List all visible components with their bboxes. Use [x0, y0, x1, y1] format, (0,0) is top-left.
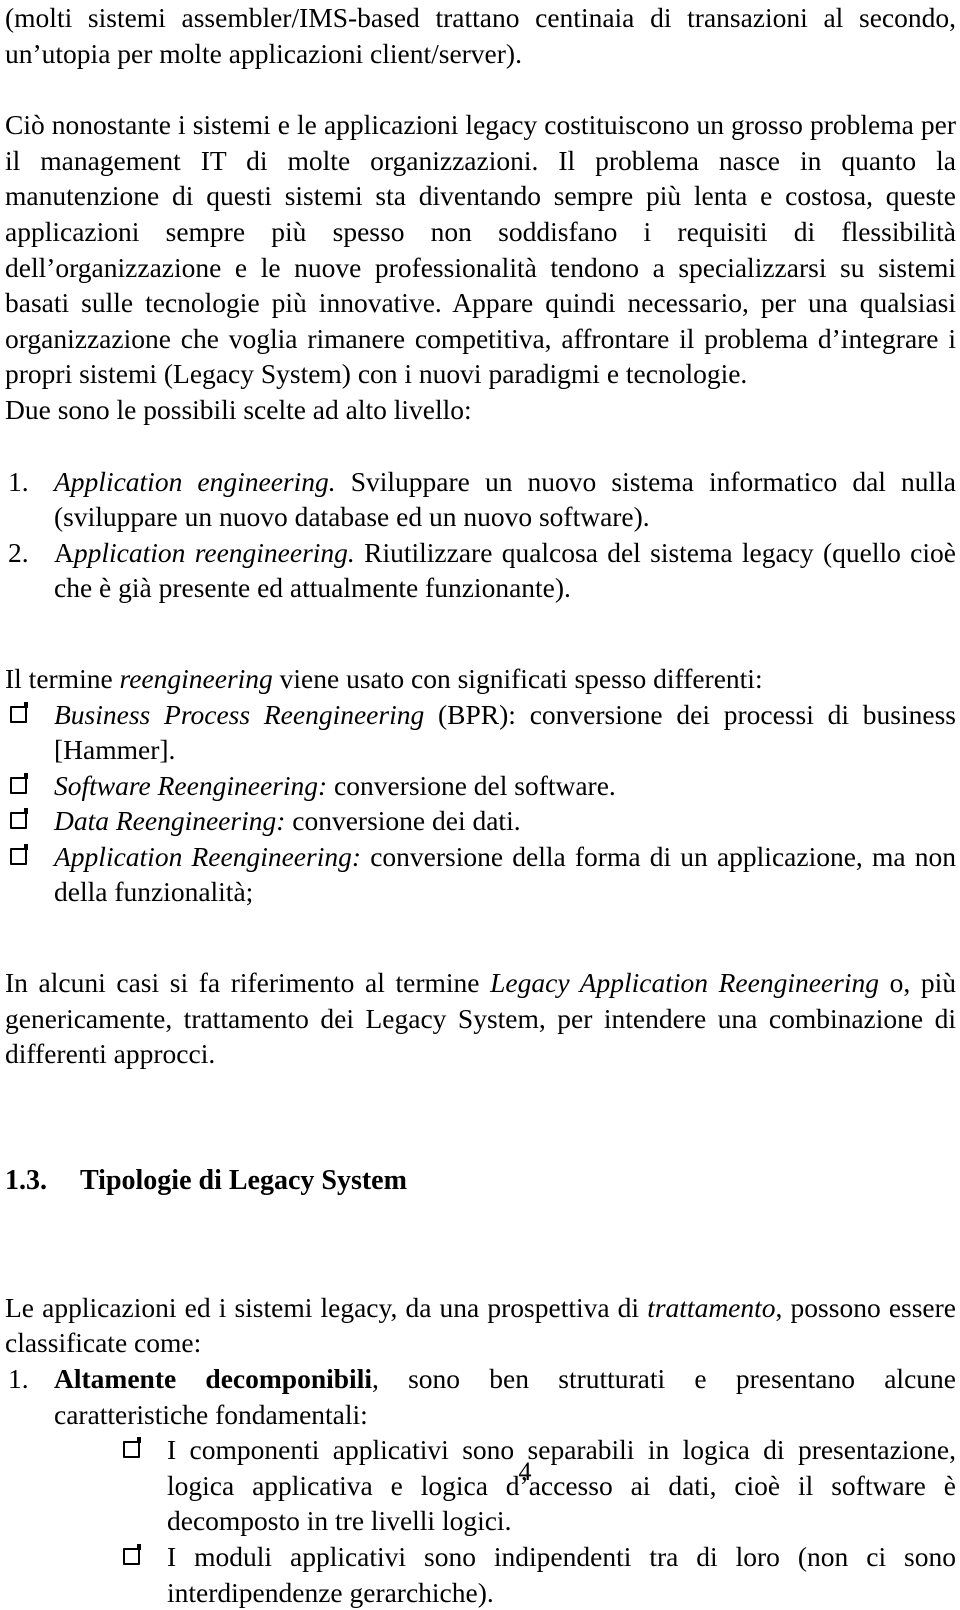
open-square-bullet-icon	[10, 701, 28, 723]
emphasis-legacy-application-reengineering: Legacy Application Reengineering	[490, 967, 879, 999]
list-item: Application Reengineering: conversione d…	[5, 839, 956, 910]
list-item-term: Application engineering.	[54, 465, 336, 497]
open-square-bullet-icon	[10, 808, 28, 830]
list-item-term: pplication reengineering.	[73, 536, 355, 568]
text-lead: In alcuni casi si fa riferimento al term…	[5, 967, 491, 999]
paragraph-legacy-problem: Ciò nonostante i sistemi e le applicazio…	[5, 109, 956, 390]
open-square-bullet-icon	[10, 772, 28, 794]
choices-numbered-list: 1. Application engineering. Sviluppare un…	[5, 464, 956, 606]
list-item: Data Reengineering: conversione dei dati…	[5, 803, 956, 839]
text-lead: Le applicazioni ed i sistemi legacy, da …	[5, 1291, 648, 1323]
section-title: Tipologie di Legacy System	[80, 1164, 407, 1196]
list-item: Software Reengineering: conversione del …	[5, 768, 956, 804]
list-item-term-lead: A	[54, 536, 74, 568]
paragraph-reengineering-intro: Il termine reengineering viene usato con…	[5, 661, 956, 697]
list-item-term: Altamente decomponibili	[54, 1363, 372, 1395]
list-item: Business Process Reengineering (BPR): co…	[5, 697, 956, 768]
list-item-text: conversione del software.	[327, 769, 616, 801]
list-item-term: Business Process Reengineering	[54, 698, 425, 730]
paragraph-classification-intro: Le applicazioni ed i sistemi legacy, da …	[5, 1290, 956, 1361]
open-square-bullet-icon	[123, 1544, 141, 1565]
list-item-text: conversione dei dati.	[285, 805, 521, 837]
list-item: 1. Altamente decomponibili, sono ben stru…	[5, 1361, 956, 1432]
paragraph-intro-parenthetical: (molti sistemi assembler/IMS-based tratt…	[5, 2, 956, 69]
page-number-value: 4	[518, 1457, 532, 1486]
classification-numbered-list: 1. Altamente decomponibili, sono ben stru…	[5, 1361, 956, 1432]
emphasis-trattamento: trattamento	[647, 1291, 776, 1323]
list-marker: 2.	[8, 536, 29, 568]
list-item: 1. Application engineering. Sviluppare un…	[5, 464, 956, 535]
reengineering-bullet-list: Business Process Reengineering (BPR): co…	[5, 697, 956, 911]
list-item: 2. Application reengineering. Riutilizzar…	[5, 535, 956, 606]
list-item-term: Application Reengineering:	[54, 840, 362, 872]
list-item-term: Software Reengineering:	[54, 769, 328, 801]
text-tail: viene usato con significati spesso diffe…	[272, 662, 763, 694]
list-item-text: I moduli applicativi sono indipendenti t…	[167, 1541, 956, 1608]
text-lead: Il termine	[5, 662, 120, 694]
section-number: 1.3.	[5, 1164, 47, 1196]
list-marker: 1.	[8, 1363, 29, 1395]
paragraph-legacy-application-reengineering: In alcuni casi si fa riferimento al term…	[5, 965, 956, 1072]
emphasis-reengineering: reengineering	[119, 662, 273, 694]
page-content: (molti sistemi assembler/IMS-based tratt…	[5, 0, 956, 1610]
document-page: (molti sistemi assembler/IMS-based tratt…	[0, 0, 960, 1608]
page-number-footer: 4	[0, 1457, 960, 1487]
list-marker: 1.	[8, 465, 29, 497]
paragraph-two-choices: Due sono le possibili scelte ad alto liv…	[5, 393, 472, 425]
section-heading: 1.3. Tipologie di Legacy System	[5, 1164, 956, 1198]
list-item: I moduli applicativi sono indipendenti t…	[121, 1539, 956, 1610]
open-square-bullet-icon	[123, 1437, 141, 1459]
list-item-term: Data Reengineering:	[54, 805, 286, 837]
open-square-bullet-icon	[10, 843, 28, 865]
